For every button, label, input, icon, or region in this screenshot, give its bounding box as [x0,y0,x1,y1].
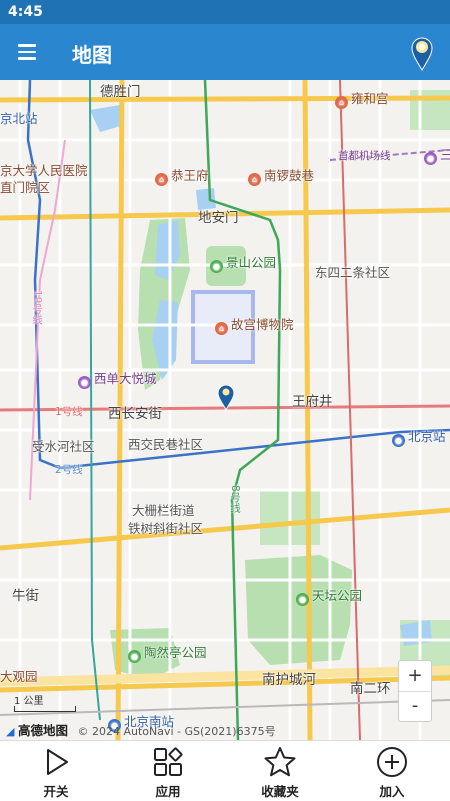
nav-label: 加入 [379,784,405,799]
scale-label: 1 公里 [14,696,44,707]
map-label-poi: ● 天坛公园 [296,585,362,606]
map-label-poi: ⌂ 故宫博物院 [215,314,294,335]
train-station-icon: ● [392,434,405,447]
map-view[interactable]: 德胜门 ⌂ 雍和宫 京北站 京大学人民医院 直门院区 ⌂ 恭王府 ⌂ 南锣鼓巷 首都机… [0,80,450,740]
map-label: 东四二条社区 [315,265,391,280]
map-label: 首都机场线 [338,150,391,162]
poi-icon: ● [424,152,437,165]
app-bar: 地图 [0,24,450,80]
poi-icon: ● [128,650,141,663]
apps-icon [154,747,183,776]
nav-label: 开关 [43,784,69,799]
add-circle-icon [377,747,407,777]
zoom-out-button[interactable]: - [399,691,431,721]
map-label-poi: ⌂ 南锣鼓巷 [248,165,314,186]
scale-bar [14,706,76,712]
poi-icon: ⌂ [215,322,228,335]
map-label: 2号线 [55,464,83,476]
nav-add-button[interactable]: 加入 [352,745,432,801]
zoom-control: + - [398,660,432,722]
zoom-in-button[interactable]: + [399,661,431,692]
location-pin-button[interactable] [404,32,440,72]
poi-icon: ● [296,593,309,606]
star-icon [264,747,296,777]
map-label-poi: ● 陶然亭公园 [128,642,207,663]
poi-icon: ● [78,376,91,389]
map-label: 西交民巷社区 [128,437,204,452]
nav-favorites-button[interactable]: 收藏夹 [240,745,320,801]
play-icon [47,749,68,775]
map-copyright: © 2024 AutoNavi - GS(2021)6375号 [77,725,276,738]
menu-button[interactable] [14,38,42,66]
map-label: 大栅栏街道 [132,503,195,518]
map-label: 西长安街 [108,406,162,422]
map-label: 1号线 [55,406,83,418]
map-label: 牛街 [12,588,39,604]
map-label: 地安门 [198,210,239,226]
map-label: 京北站 [0,111,38,126]
map-label: 南二环 [350,681,391,697]
map-attribution: ◢ 高德地图 © 2024 AutoNavi - GS(2021)6375号 [6,720,276,739]
map-label-poi: ⌂ 雍和宫 [335,88,389,109]
page-title: 地图 [72,43,112,67]
map-label: 大观园 [0,669,38,684]
nav-label: 收藏夹 [261,784,299,799]
nav-toggle-button[interactable]: 开关 [16,745,96,801]
tiantan-park-area [245,555,352,665]
map-provider-logo: 高德地图 [17,723,68,738]
map-label: 王府井 [292,394,333,410]
map-label: 德胜门 [100,84,141,100]
map-label-poi: ● 景山公园 [210,252,276,273]
map-label-poi: ●三里屯 [424,144,450,165]
status-bar: 4:45 [0,0,450,24]
nav-label: 应用 [155,784,181,799]
map-label-poi: ⌂ 恭王府 [155,165,209,186]
bottom-navigation: 开关 应用 收藏夹 加入 [0,740,450,801]
nav-apps-button[interactable]: 应用 [128,745,208,801]
map-label: 19号线 [31,290,43,325]
status-time: 4:45 [8,4,43,20]
map-label: 受水河社区 [32,439,95,454]
map-label: 直门院区 [0,180,51,195]
location-pin-icon [411,37,433,71]
map-label-poi: ● 西单大悦城 [78,368,157,389]
poi-icon: ⌂ [248,173,261,186]
poi-icon: ⌂ [155,173,168,186]
map-label: 8号线 [229,485,241,513]
poi-icon: ● [210,260,223,273]
amap-logo-icon: ◢ [6,725,15,738]
map-label: 铁树斜街社区 [128,521,204,536]
map-label-poi: ● 北京站 [392,426,446,447]
poi-icon: ⌂ [335,96,348,109]
map-label: 南护城河 [262,672,316,688]
